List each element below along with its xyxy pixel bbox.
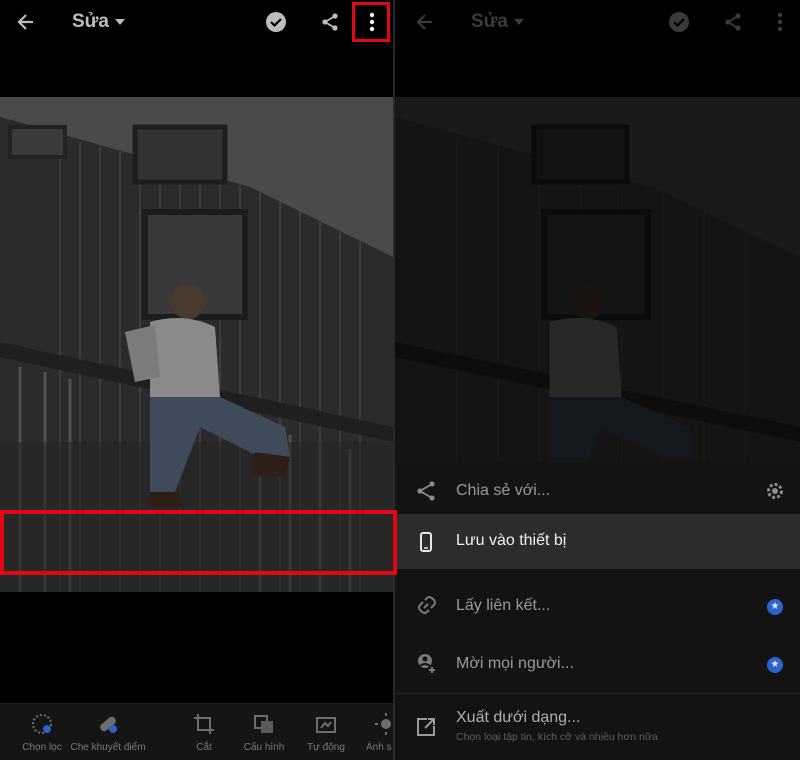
highlight-box-more [352,2,390,42]
editor-screen: Sửa Chọn lọc Che khuyết điểm Cắt Cấu hìn… [0,0,393,760]
profiles-icon [254,715,273,733]
menu-item-share-with[interactable]: Chia sẻ với... [395,462,800,514]
tool-label: Ánh s [366,742,392,753]
page-title: Sửa [72,11,109,32]
share-sheet: Chia sẻ với... Lưu vào thiết bị Lấy liên… [395,462,800,760]
healing-bandage-icon [100,716,117,733]
add-person-icon [418,654,435,673]
tool-selective[interactable]: Chọn lọc [10,712,74,753]
arrow-left-icon [17,14,33,30]
link-icon [418,596,436,614]
share-icon [322,13,338,31]
menu-item-label: Mời mọi người... [456,655,574,672]
share-icon [417,481,435,501]
bottom-toolbar: Chọn lọc Che khuyết điểm Cắt Cấu hình Tự… [0,703,393,760]
menu-item-label: Xuất dưới dạng... [456,709,581,726]
menu-item-sublabel: Chọn loại tập tin, kích cỡ và nhiều hơn … [456,731,658,743]
phone-icon [420,532,432,552]
top-bar: Sửa [0,0,393,44]
tool-label: Chọn lọc [22,742,62,753]
back-button[interactable] [10,0,42,44]
tool-light[interactable]: Ánh s [352,712,392,753]
export-icon [417,718,435,736]
premium-star-icon: ★ [767,657,783,673]
chevron-down-icon [115,19,125,25]
menu-item-export-as[interactable]: Xuất dưới dạng... Chọn loại tập tin, kíc… [395,693,800,760]
tool-label: Che khuyết điểm [70,742,146,753]
tool-healing[interactable]: Che khuyết điểm [70,712,146,753]
tool-label: Tự động [307,742,345,753]
crop-icon [194,714,214,734]
done-button[interactable] [262,0,290,44]
menu-item-get-link[interactable]: Lấy liên kết... ★ [395,577,800,635]
premium-star-icon: ★ [767,599,783,615]
mode-dropdown[interactable]: Sửa [72,0,136,44]
share-button[interactable] [316,0,344,44]
gear-icon[interactable] [765,481,785,501]
tool-profiles[interactable]: Cấu hình [232,712,296,753]
share-menu-screen: Sửa Chia sẻ với... Lưu vào thiết bị Lấy … [395,0,800,760]
menu-item-label: Chia sẻ với... [456,482,551,499]
highlight-box-save [0,510,397,575]
tool-crop[interactable]: Cắt [172,712,236,753]
tool-label: Cấu hình [243,742,285,753]
tool-label: Cắt [196,742,212,753]
menu-item-label: Lấy liên kết... [456,597,551,614]
light-icon [375,713,391,735]
check-circle-icon [266,12,286,32]
menu-item-invite-people[interactable]: Mời mọi người... ★ [395,635,800,693]
selective-brush-icon [32,714,52,734]
menu-item-label: Lưu vào thiết bị [456,532,567,549]
menu-item-save-to-device[interactable]: Lưu vào thiết bị [395,514,800,569]
auto-icon [316,717,336,733]
tool-auto[interactable]: Tự động [294,712,358,753]
